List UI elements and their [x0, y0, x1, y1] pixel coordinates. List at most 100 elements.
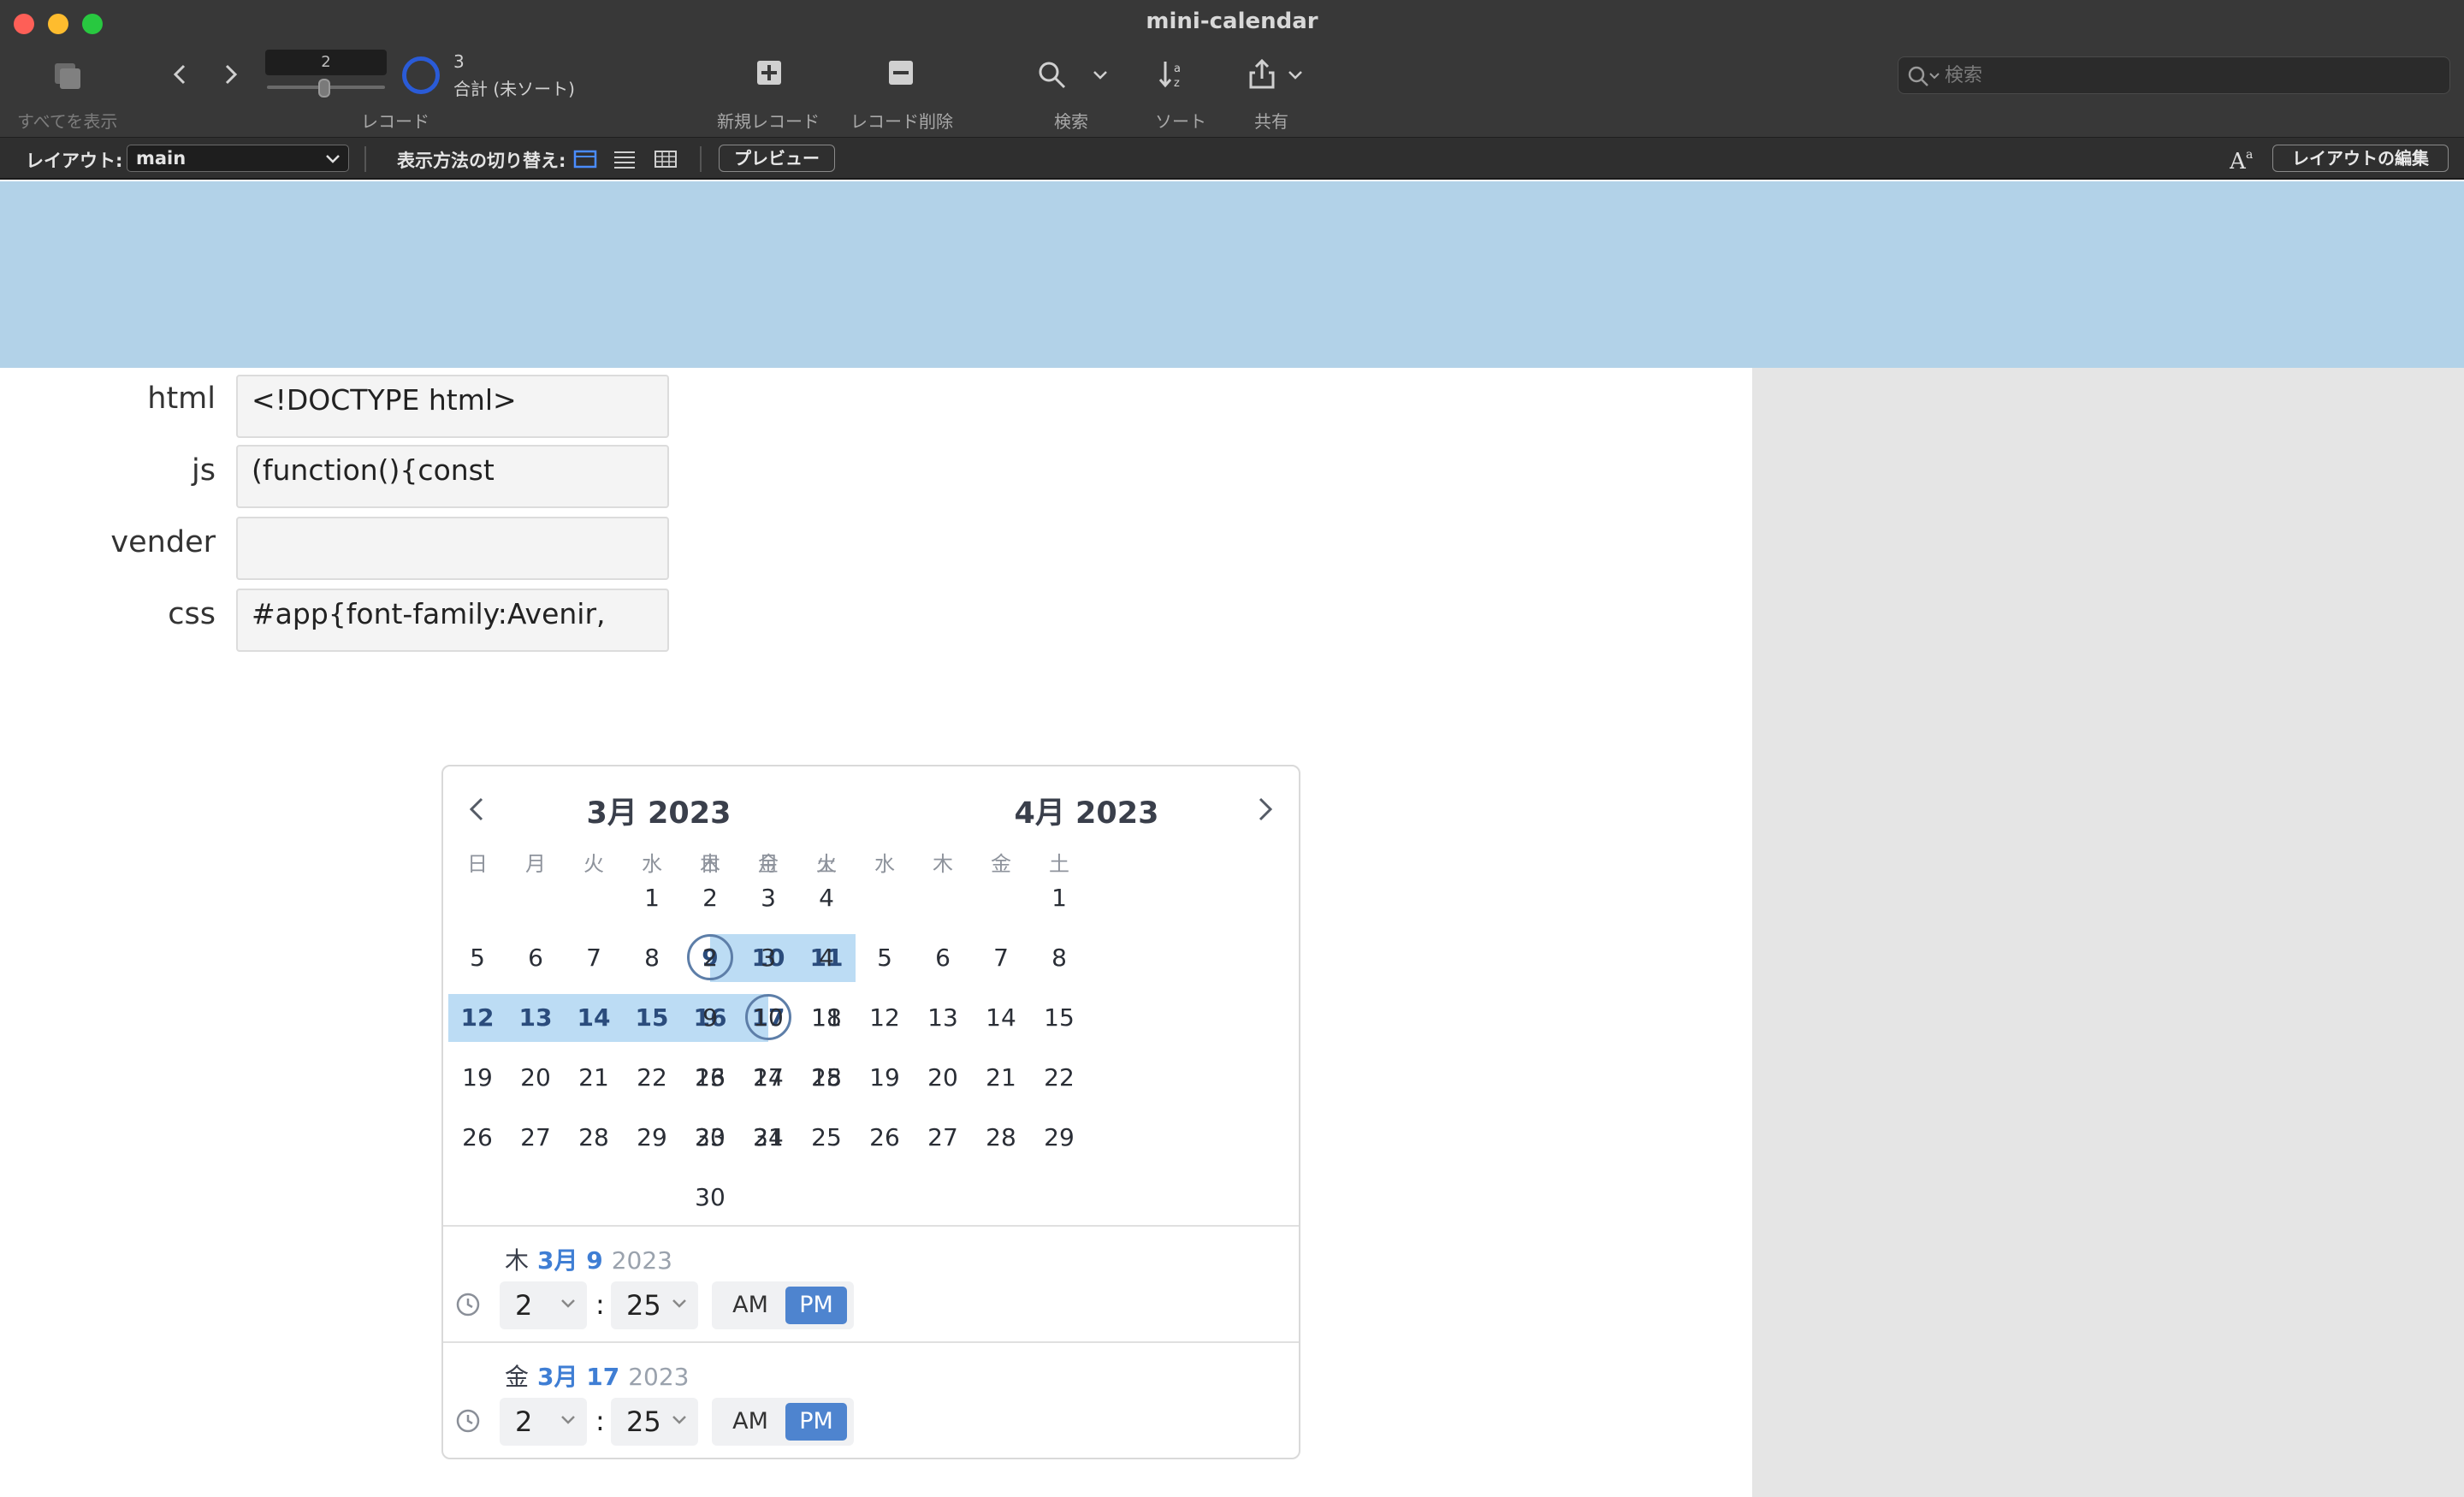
find-icon[interactable]	[1037, 60, 1068, 91]
share-options-chevron-down-icon[interactable]	[1287, 68, 1304, 82]
calendar-day[interactable]: 22	[1030, 1054, 1088, 1102]
start-am-button[interactable]: AM	[719, 1287, 782, 1324]
calendar-day[interactable]: 23	[681, 1114, 739, 1162]
calendar-day[interactable]: 20	[506, 1054, 565, 1102]
edit-layout-button[interactable]: レイアウトの編集	[2272, 145, 2449, 172]
layout-select[interactable]: main	[127, 145, 349, 172]
calendar-day[interactable]: 27	[506, 1114, 565, 1162]
calendar-day[interactable]: 20	[914, 1054, 972, 1102]
calendar-day[interactable]: 14	[565, 994, 623, 1042]
chevron-down-icon	[561, 1416, 575, 1424]
calendar-day[interactable]: 15	[623, 994, 681, 1042]
record-slider-thumb[interactable]	[318, 79, 330, 98]
sort-icon[interactable]: a z	[1158, 58, 1189, 91]
calendar-day[interactable]: 19	[856, 1054, 914, 1102]
next-month-chevron-right-icon[interactable]	[1247, 792, 1282, 826]
calendar-day[interactable]: 3	[739, 874, 797, 922]
css-field[interactable]: #app{font-family:Avenir,	[236, 589, 669, 652]
calendar-day[interactable]: 7	[972, 934, 1030, 982]
font-size-icon[interactable]: A a	[2230, 146, 2257, 172]
calendar-day[interactable]: 29	[623, 1114, 681, 1162]
calendar-day[interactable]: 25	[797, 1114, 856, 1162]
calendar-day[interactable]: 4	[797, 934, 856, 982]
calendar-day[interactable]: 10	[739, 994, 797, 1042]
clock-icon	[456, 1293, 480, 1317]
prev-record-icon[interactable]	[168, 62, 193, 87]
calendar-day[interactable]: 28	[565, 1114, 623, 1162]
quick-find-box[interactable]	[1898, 56, 2450, 94]
end-ampm-toggle: AM PM	[712, 1398, 854, 1446]
start-weekday: 木	[505, 1246, 530, 1275]
search-input[interactable]	[1945, 62, 2441, 88]
calendar-day[interactable]: 22	[623, 1054, 681, 1102]
calendar-day[interactable]: 8	[623, 934, 681, 982]
calendar-day[interactable]: 27	[914, 1114, 972, 1162]
weekday-header: 月	[758, 852, 779, 876]
calendar-day[interactable]: 24	[739, 1114, 797, 1162]
right-empty-area	[1752, 368, 2464, 1497]
end-date-label: 金 3月 17 2023	[505, 1358, 689, 1393]
calendar-day[interactable]: 29	[1030, 1114, 1088, 1162]
preview-button[interactable]: プレビュー	[719, 145, 835, 172]
calendar-day[interactable]: 19	[448, 1054, 506, 1102]
end-minute-select[interactable]: 25	[611, 1398, 698, 1446]
calendar-day[interactable]: 30	[681, 1174, 739, 1222]
delete-record-icon[interactable]	[888, 60, 914, 86]
calendar-day[interactable]: 5	[856, 934, 914, 982]
js-field[interactable]: (function(){const	[236, 445, 669, 508]
start-hour-select[interactable]: 2	[500, 1281, 587, 1329]
calendar-day[interactable]: 8	[1030, 934, 1088, 982]
calendar-day[interactable]: 11	[797, 994, 856, 1042]
end-hour-select[interactable]: 2	[500, 1398, 587, 1446]
calendar-day[interactable]: 1	[623, 874, 681, 922]
calendar-day[interactable]: 21	[972, 1054, 1030, 1102]
show-all-icon[interactable]	[51, 60, 86, 94]
calendar-day[interactable]: 9	[681, 994, 739, 1042]
weekday-header: 日	[467, 852, 488, 876]
calendar-day[interactable]: 12	[856, 994, 914, 1042]
table-view-icon[interactable]	[654, 149, 678, 169]
new-record-icon[interactable]	[756, 60, 782, 86]
chevron-down-icon	[672, 1299, 686, 1308]
calendar-day[interactable]: 1	[1030, 874, 1088, 922]
calendar-day[interactable]: 15	[1030, 994, 1088, 1042]
end-hour-value: 2	[515, 1405, 533, 1438]
calendar-day[interactable]: 28	[972, 1114, 1030, 1162]
calendar-day[interactable]: 5	[448, 934, 506, 982]
next-record-icon[interactable]	[217, 62, 243, 87]
current-record-field[interactable]: 2	[265, 50, 387, 75]
vender-field[interactable]	[236, 517, 669, 580]
sort-label: ソート	[1155, 111, 1206, 132]
start-pm-button[interactable]: PM	[785, 1287, 847, 1324]
time-colon: :	[595, 1405, 605, 1437]
calendar-day[interactable]: 4	[797, 874, 856, 922]
calendar-day[interactable]: 17	[739, 1054, 797, 1102]
calendar-day[interactable]: 16	[681, 1054, 739, 1102]
record-progress-ring	[402, 56, 440, 94]
calendar-day[interactable]: 13	[914, 994, 972, 1042]
window-title: mini-calendar	[1146, 9, 1318, 34]
calendar-day[interactable]: 7	[565, 934, 623, 982]
calendar-day[interactable]: 21	[565, 1054, 623, 1102]
calendar-day[interactable]: 26	[448, 1114, 506, 1162]
share-icon[interactable]	[1247, 58, 1276, 91]
calendar-day[interactable]: 3	[739, 934, 797, 982]
calendar-day[interactable]: 6	[914, 934, 972, 982]
end-pm-button[interactable]: PM	[785, 1403, 847, 1441]
html-field[interactable]: <!DOCTYPE html>	[236, 375, 669, 438]
calendar-day[interactable]: 12	[448, 994, 506, 1042]
find-options-chevron-down-icon[interactable]	[1092, 68, 1109, 82]
share-label: 共有	[1254, 111, 1288, 132]
end-month-day: 3月 17	[537, 1363, 620, 1391]
calendar-day[interactable]: 2	[681, 934, 739, 982]
calendar-day[interactable]: 14	[972, 994, 1030, 1042]
form-view-icon[interactable]	[573, 149, 597, 169]
calendar-day[interactable]: 2	[681, 874, 739, 922]
calendar-day[interactable]: 18	[797, 1054, 856, 1102]
calendar-day[interactable]: 26	[856, 1114, 914, 1162]
start-minute-select[interactable]: 25	[611, 1281, 698, 1329]
calendar-day[interactable]: 6	[506, 934, 565, 982]
end-am-button[interactable]: AM	[719, 1403, 782, 1441]
list-view-icon[interactable]	[613, 149, 637, 169]
calendar-day[interactable]: 13	[506, 994, 565, 1042]
